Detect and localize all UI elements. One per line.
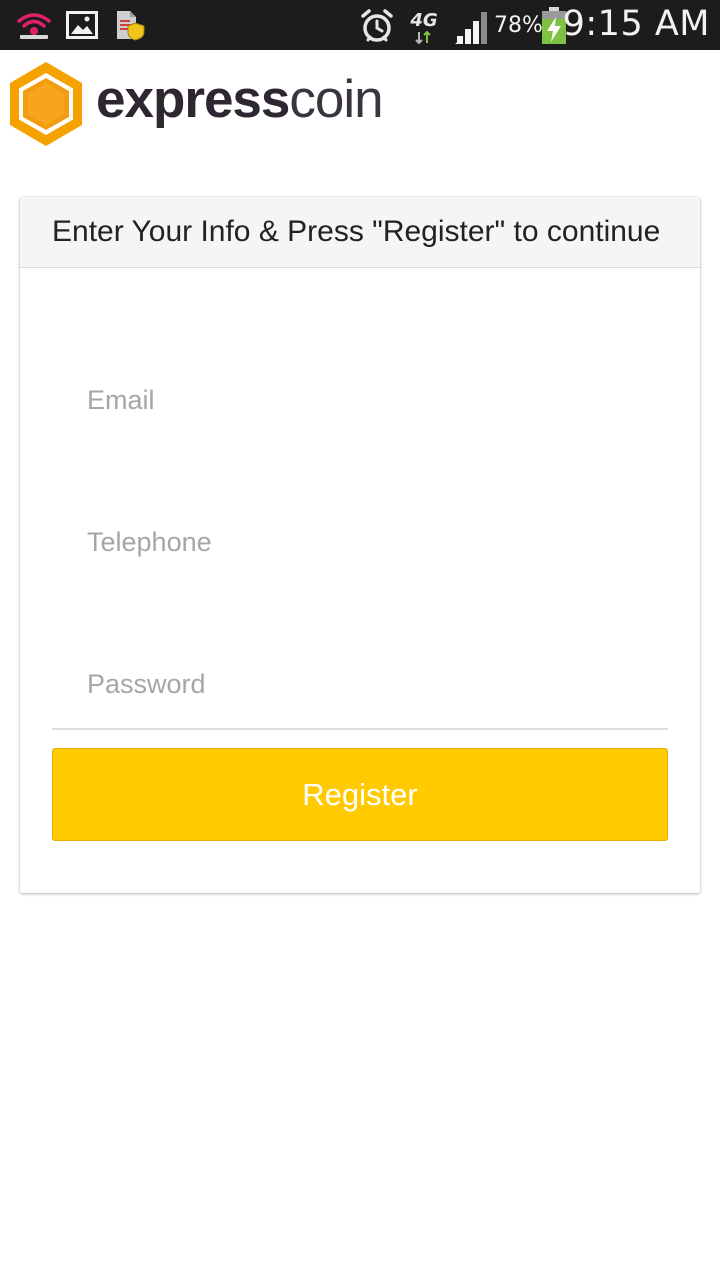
- register-button[interactable]: Register: [52, 748, 668, 841]
- network-4g-icon: 4G: [409, 10, 438, 45]
- brand-name-bold: express: [96, 70, 290, 129]
- hexagon-coin-logo-icon: [10, 62, 82, 146]
- wifi-hotspot-icon: [17, 13, 51, 39]
- battery-percent: 78%: [494, 13, 543, 38]
- telephone-field[interactable]: [52, 512, 668, 572]
- secure-document-icon: [117, 11, 145, 41]
- email-field[interactable]: [52, 370, 668, 430]
- status-time: 9:15 AM: [562, 4, 710, 44]
- gallery-image-icon: [66, 11, 98, 39]
- password-field[interactable]: [52, 654, 668, 714]
- password-field-container: [52, 654, 668, 714]
- app-header: expresscoin: [0, 50, 720, 160]
- status-bar: 4G 78% 9:15 AM: [0, 0, 720, 50]
- card-title: Enter Your Info & Press "Register" to co…: [52, 215, 661, 248]
- svg-text:4G: 4G: [409, 10, 437, 31]
- brand-name-light: coin: [289, 70, 383, 129]
- field-divider: [52, 728, 668, 730]
- alarm-clock-icon: [361, 9, 393, 42]
- telephone-field-container: [52, 512, 668, 572]
- card-header: Enter Your Info & Press "Register" to co…: [20, 197, 700, 268]
- brand-wordmark: expresscoin: [96, 70, 384, 130]
- signal-strength-icon: [455, 12, 487, 44]
- email-field-container: [52, 370, 668, 430]
- registration-card: Enter Your Info & Press "Register" to co…: [20, 197, 700, 893]
